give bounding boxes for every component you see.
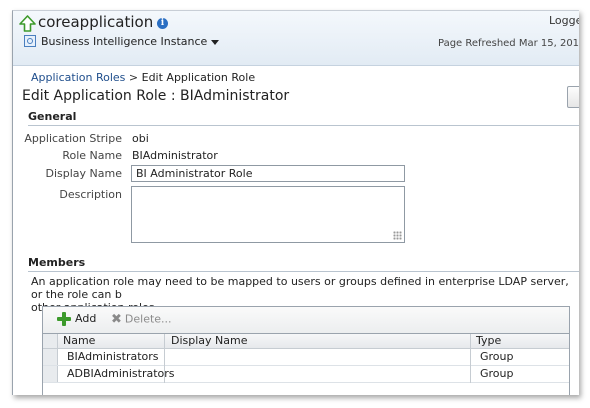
general-section-heading: General [28, 110, 77, 123]
member-name: ADBIAdministrators [67, 367, 175, 380]
up-arrow-icon[interactable] [19, 15, 36, 32]
header-row-selector [43, 334, 58, 348]
members-toolbar: Add ✖ Delete... [43, 307, 569, 334]
member-type: Group [480, 367, 514, 380]
column-header-type[interactable]: Type [476, 334, 501, 348]
members-table: Add ✖ Delete... Name Display Name Type BI… [42, 306, 570, 395]
breadcrumb-link-application-roles[interactable]: Application Roles [31, 71, 125, 84]
members-section-heading: Members [28, 256, 86, 269]
breadcrumb-current: Edit Application Role [141, 71, 256, 84]
column-header-display-name[interactable]: Display Name [171, 334, 248, 348]
refresh-timestamp: Page Refreshed Mar 15, 2012 7 [438, 38, 579, 49]
description-label: Description [59, 188, 122, 201]
logged-in-text: Logge [549, 14, 579, 27]
plus-icon [57, 312, 71, 326]
table-row[interactable]: BIAdministrators Group [43, 349, 569, 366]
application-stripe-value: obi [132, 132, 149, 145]
display-name-field[interactable] [131, 165, 405, 182]
instance-icon [24, 35, 36, 47]
page-header: coreapplication i Logge Business Intelli… [13, 11, 579, 66]
application-window: coreapplication i Logge Business Intelli… [12, 10, 579, 395]
breadcrumb: Application Roles > Edit Application Rol… [31, 71, 255, 84]
column-header-name[interactable]: Name [63, 334, 95, 348]
column-divider [164, 334, 165, 383]
members-description-line-1: An application role may need to be mappe… [31, 275, 569, 301]
delete-button[interactable]: ✖ Delete... [111, 312, 172, 327]
display-name-label: Display Name [45, 167, 123, 180]
row-selector[interactable] [43, 349, 58, 365]
info-icon[interactable]: i [157, 18, 168, 29]
toolbar-button[interactable] [567, 86, 579, 108]
members-section-divider [28, 271, 579, 272]
general-section-divider [28, 125, 579, 126]
row-selector[interactable] [43, 366, 58, 382]
page-title: Edit Application Role : BIAdministrator [22, 88, 290, 104]
application-stripe-label: Application Stripe [24, 132, 122, 145]
role-name-label: Role Name [62, 149, 122, 162]
column-divider [470, 334, 471, 383]
chevron-down-icon [211, 39, 220, 45]
instance-menu[interactable]: Business Intelligence Instance [41, 35, 220, 48]
table-row[interactable]: ADBIAdministrators Group [43, 366, 569, 383]
add-button-label: Add [75, 312, 97, 325]
description-field[interactable] [131, 186, 405, 243]
table-header-row: Name Display Name Type [43, 334, 569, 349]
breadcrumb-separator: > [128, 71, 139, 84]
delete-button-label: Delete... [124, 312, 172, 326]
delete-x-icon: ✖ [111, 312, 122, 327]
app-title: coreapplication [38, 13, 154, 31]
member-name: BIAdministrators [67, 350, 159, 363]
resize-grip-icon[interactable] [393, 231, 402, 240]
role-name-value: BIAdministrator [132, 149, 218, 162]
member-type: Group [480, 350, 514, 363]
instance-menu-label: Business Intelligence Instance [41, 35, 208, 48]
add-button[interactable]: Add [57, 312, 96, 326]
